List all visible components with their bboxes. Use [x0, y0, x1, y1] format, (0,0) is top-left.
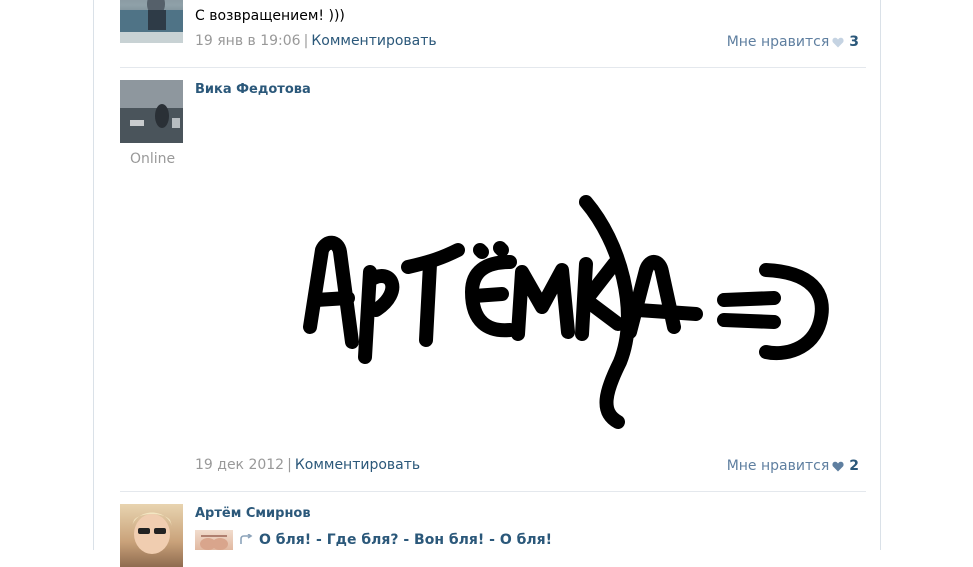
like-button[interactable]: Мне нравится 3 [727, 34, 859, 50]
post-author[interactable]: Артём Смирнов [195, 506, 866, 521]
like-count: 2 [849, 458, 859, 474]
repost-text[interactable]: О бля! - Где бля? - Вон бля! - О бля! [259, 532, 552, 548]
repost-block: О бля! - Где бля? - Вон бля! - О бля! [195, 530, 866, 550]
avatar-photo [132, 512, 172, 554]
avatar[interactable] [120, 504, 183, 567]
repost-thumbnail[interactable] [195, 530, 233, 550]
post-divider [120, 491, 866, 492]
wall-post: Артём Смирнов О бля! - Где бля? - Вон бл… [120, 504, 866, 567]
heart-icon [832, 461, 844, 471]
thumbnail-photo [200, 535, 228, 550]
avatar-photo [120, 0, 183, 43]
heart-icon [832, 37, 844, 47]
repost-arrow-icon [240, 534, 253, 544]
like-count: 3 [849, 34, 859, 50]
post-text: С возвращением! ))) [195, 8, 345, 24]
post-author[interactable]: Вика Федотова [195, 82, 866, 97]
like-label: Мне нравится [726, 458, 830, 474]
post-divider [120, 67, 866, 68]
avatar-photo [120, 80, 183, 143]
like-button[interactable]: Мне нравится 2 [727, 458, 859, 474]
like-label: Мне нравится [726, 34, 830, 50]
wall-post: Online Вика Федотова 19 дек 2012 | Комме… [120, 80, 866, 490]
comment-link[interactable]: Комментировать [295, 457, 420, 473]
comment-link[interactable]: Комментировать [311, 33, 436, 49]
post-date[interactable]: 19 дек 2012 [195, 457, 284, 473]
wall-post: С возвращением! ))) 19 янв в 19:06 | Комме… [120, 0, 866, 67]
avatar[interactable] [120, 0, 183, 43]
avatar[interactable] [120, 80, 183, 143]
post-date[interactable]: 19 янв в 19:06 [195, 33, 301, 49]
graffiti-image[interactable] [300, 192, 836, 432]
online-status: Online [130, 151, 176, 167]
